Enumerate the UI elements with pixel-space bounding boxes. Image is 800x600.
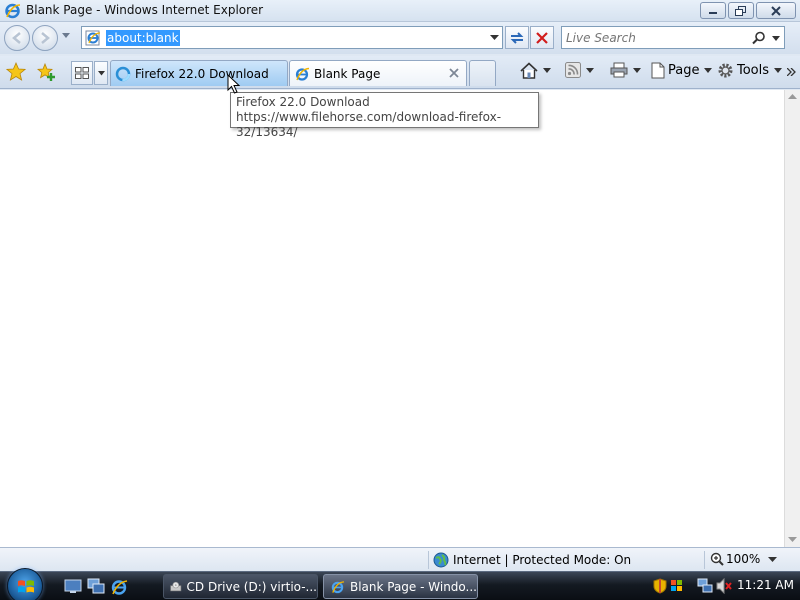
taskbar: CD Drive (D:) virtio-... Blank Page - Wi… bbox=[0, 568, 800, 600]
forward-arrow-icon bbox=[41, 32, 50, 44]
tab-blank-page[interactable]: Blank Page bbox=[289, 60, 467, 86]
tools-menu-label: Tools bbox=[737, 63, 770, 78]
security-zone[interactable]: Internet | Protected Mode: On bbox=[433, 552, 631, 568]
tab-label: Firefox 22.0 Download bbox=[135, 66, 269, 81]
add-to-favorites-icon[interactable] bbox=[36, 62, 56, 82]
status-bar: Internet | Protected Mode: On 100% bbox=[0, 547, 800, 571]
chevron-down-icon bbox=[97, 70, 105, 75]
window-title: Blank Page - Windows Internet Explorer bbox=[26, 3, 264, 17]
security-zone-text: Internet | Protected Mode: On bbox=[453, 553, 632, 567]
globe-icon bbox=[433, 552, 449, 568]
switch-windows-icon[interactable] bbox=[87, 578, 105, 594]
close-button[interactable] bbox=[756, 2, 796, 19]
chevron-down-icon bbox=[774, 68, 783, 73]
tab-tooltip: Firefox 22.0 Download https://www.fileho… bbox=[230, 92, 539, 139]
feeds-button[interactable] bbox=[565, 62, 594, 78]
clock[interactable]: 11:21 AM bbox=[737, 578, 794, 592]
volume-muted-icon[interactable] bbox=[716, 578, 732, 594]
vertical-scrollbar[interactable] bbox=[784, 90, 800, 547]
show-desktop-icon[interactable] bbox=[64, 578, 82, 594]
zoom-dropdown-icon[interactable] bbox=[768, 557, 777, 563]
forward-button[interactable] bbox=[32, 25, 58, 51]
printer-icon bbox=[610, 62, 628, 78]
stop-icon bbox=[536, 31, 548, 44]
address-toolbar: about:blank bbox=[0, 22, 800, 54]
address-input[interactable]: about:blank bbox=[81, 26, 503, 49]
back-arrow-icon bbox=[12, 32, 21, 44]
gear-icon bbox=[718, 63, 733, 78]
network-icon[interactable] bbox=[697, 578, 713, 594]
maximize-button[interactable] bbox=[728, 2, 754, 19]
tooltip-url: https://www.filehorse.com/download-firef… bbox=[236, 110, 502, 139]
ie-logo-icon bbox=[5, 3, 21, 19]
more-commands-chevron-icon[interactable] bbox=[787, 68, 796, 76]
security-shield-icon[interactable] bbox=[653, 578, 667, 594]
chevron-down-icon[interactable] bbox=[586, 67, 594, 73]
address-url-text[interactable]: about:blank bbox=[106, 30, 180, 46]
page-menu-button[interactable]: Page bbox=[651, 62, 713, 79]
scroll-down-icon[interactable] bbox=[788, 537, 797, 543]
address-dropdown-icon[interactable] bbox=[490, 35, 499, 41]
chevron-down-icon bbox=[704, 68, 713, 73]
home-button[interactable] bbox=[520, 62, 551, 79]
recent-pages-dropdown-icon[interactable] bbox=[62, 33, 70, 39]
refresh-icon bbox=[510, 31, 524, 44]
search-box[interactable] bbox=[561, 26, 785, 49]
zoom-level-text: 100% bbox=[726, 552, 761, 566]
windows-logo-icon bbox=[18, 580, 34, 593]
zoom-level[interactable]: 100% bbox=[710, 552, 760, 566]
scroll-up-icon[interactable] bbox=[788, 94, 797, 100]
taskbar-button-ie[interactable]: Blank Page - Windo... bbox=[323, 574, 478, 599]
ie-quicklaunch-icon[interactable] bbox=[110, 578, 128, 596]
quick-tabs-button[interactable] bbox=[71, 61, 93, 85]
search-icon[interactable] bbox=[752, 31, 766, 45]
status-divider bbox=[704, 551, 705, 569]
window-controls bbox=[700, 2, 796, 19]
cd-drive-icon bbox=[170, 581, 182, 591]
tab-close-icon[interactable] bbox=[448, 67, 460, 79]
loading-spinner-icon bbox=[115, 66, 131, 81]
tab-firefox-download[interactable]: Firefox 22.0 Download bbox=[110, 60, 288, 86]
start-button[interactable] bbox=[7, 568, 43, 600]
back-button[interactable] bbox=[4, 25, 30, 51]
print-button[interactable] bbox=[610, 62, 641, 78]
close-icon bbox=[771, 5, 781, 16]
search-input[interactable] bbox=[566, 29, 756, 46]
tab-label: Blank Page bbox=[314, 66, 381, 81]
taskbar-button-cd-drive[interactable]: CD Drive (D:) virtio-... bbox=[163, 574, 318, 599]
mouse-cursor-icon bbox=[227, 74, 241, 94]
home-icon bbox=[520, 62, 538, 79]
page-icon bbox=[651, 62, 665, 79]
new-tab-button[interactable] bbox=[469, 60, 496, 86]
tools-menu-button[interactable]: Tools bbox=[717, 62, 783, 79]
refresh-button[interactable] bbox=[505, 26, 529, 49]
page-menu-label: Page bbox=[668, 63, 700, 78]
status-divider bbox=[428, 551, 429, 569]
favorites-center-icon[interactable] bbox=[6, 62, 26, 82]
search-options-dropdown-icon[interactable] bbox=[772, 36, 780, 41]
quick-tabs-icon bbox=[75, 67, 89, 79]
taskbar-button-label: Blank Page - Windo... bbox=[349, 579, 477, 594]
zoom-icon bbox=[710, 552, 724, 566]
rss-feed-icon bbox=[565, 62, 581, 78]
ie-page-icon bbox=[295, 67, 310, 81]
chevron-down-icon[interactable] bbox=[633, 67, 641, 73]
page-content-area[interactable] bbox=[0, 90, 784, 547]
minimize-button[interactable] bbox=[700, 2, 726, 19]
tab-and-command-bar: Firefox 22.0 Download Blank Page Page To… bbox=[0, 56, 800, 89]
tooltip-title: Firefox 22.0 Download bbox=[236, 95, 370, 109]
page-ie-icon bbox=[85, 30, 101, 46]
ie-taskbar-icon bbox=[331, 580, 345, 593]
title-bar[interactable]: Blank Page - Windows Internet Explorer bbox=[0, 0, 800, 22]
minimize-icon bbox=[709, 11, 717, 14]
taskbar-button-label: CD Drive (D:) virtio-... bbox=[186, 579, 317, 594]
stop-button[interactable] bbox=[530, 26, 554, 49]
restore-icon bbox=[735, 5, 746, 16]
system-tray: 11:21 AM bbox=[650, 574, 800, 599]
windows-update-icon[interactable] bbox=[670, 578, 684, 594]
chevron-down-icon[interactable] bbox=[543, 68, 551, 73]
tab-list-dropdown[interactable] bbox=[94, 61, 108, 85]
